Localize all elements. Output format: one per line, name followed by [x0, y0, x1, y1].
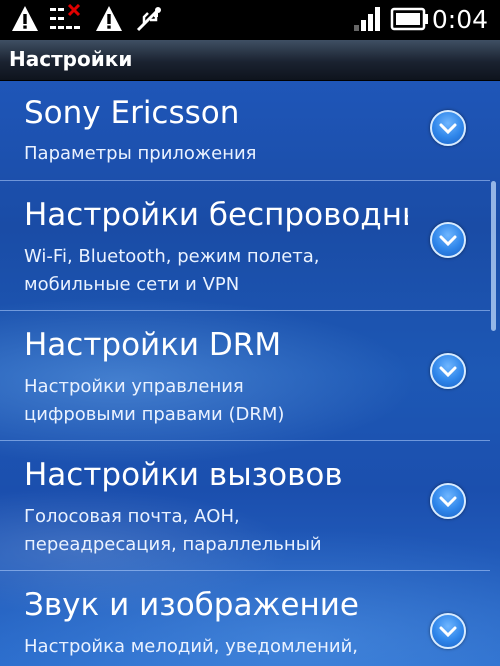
clock: 0:04	[431, 5, 488, 34]
usb-icon	[134, 4, 164, 38]
chevron-down-icon	[439, 496, 457, 508]
expand-button[interactable]	[430, 353, 466, 389]
list-item-title: Sony Ericsson	[24, 95, 240, 131]
status-bar: 0:04	[0, 0, 500, 40]
settings-list: Sony Ericsson Параметры приложения Настр…	[0, 81, 500, 666]
signal-icon	[352, 4, 384, 38]
chevron-down-icon	[439, 123, 457, 135]
list-item-subtitle: Голосовая почта, АОН,	[24, 506, 240, 527]
chevron-down-icon	[439, 366, 457, 378]
list-item-subtitle: Настройка мелодий, уведомлений,	[24, 636, 359, 657]
list-item-calls[interactable]: Настройки вызовов Голосовая почта, АОН, …	[0, 441, 500, 571]
list-item-subtitle: Параметры приложения	[24, 143, 257, 164]
page-title: Настройки	[9, 47, 133, 71]
no-network-data-icon	[48, 3, 84, 38]
list-item-subtitle: цифровыми правами (DRM)	[24, 404, 285, 425]
list-item-sound-display[interactable]: Звук и изображение Настройка мелодий, ув…	[0, 571, 500, 666]
title-bar: Настройки	[0, 40, 500, 81]
expand-button[interactable]	[430, 483, 466, 519]
list-item-sony-ericsson[interactable]: Sony Ericsson Параметры приложения	[0, 81, 500, 181]
list-item-subtitle: переадресация, параллельный	[24, 534, 322, 555]
settings-screen: 0:04 Настройки Sony Ericsson Параметры п…	[0, 0, 500, 666]
list-item-title: Настройки вызовов	[24, 457, 343, 493]
list-item-wireless[interactable]: Настройки беспроводных Wi-Fi, Bluetooth,…	[0, 181, 500, 311]
list-item-subtitle: Wi-Fi, Bluetooth, режим полета,	[24, 246, 320, 267]
list-item-title: Настройки беспроводных	[24, 197, 408, 233]
battery-icon	[390, 4, 430, 38]
list-item-title: Настройки DRM	[24, 327, 282, 363]
list-item-subtitle: мобильные сети и VPN	[24, 274, 240, 295]
chevron-down-icon	[439, 626, 457, 638]
list-item-subtitle: Настройки управления	[24, 376, 244, 397]
warning-icon	[10, 4, 40, 38]
list-item-drm[interactable]: Настройки DRM Настройки управления цифро…	[0, 311, 500, 441]
chevron-down-icon	[439, 235, 457, 247]
warning-icon	[94, 4, 124, 38]
expand-button[interactable]	[430, 110, 466, 146]
expand-button[interactable]	[430, 613, 466, 649]
list-item-title: Звук и изображение	[24, 587, 359, 623]
expand-button[interactable]	[430, 222, 466, 258]
scrollbar[interactable]	[491, 181, 496, 331]
